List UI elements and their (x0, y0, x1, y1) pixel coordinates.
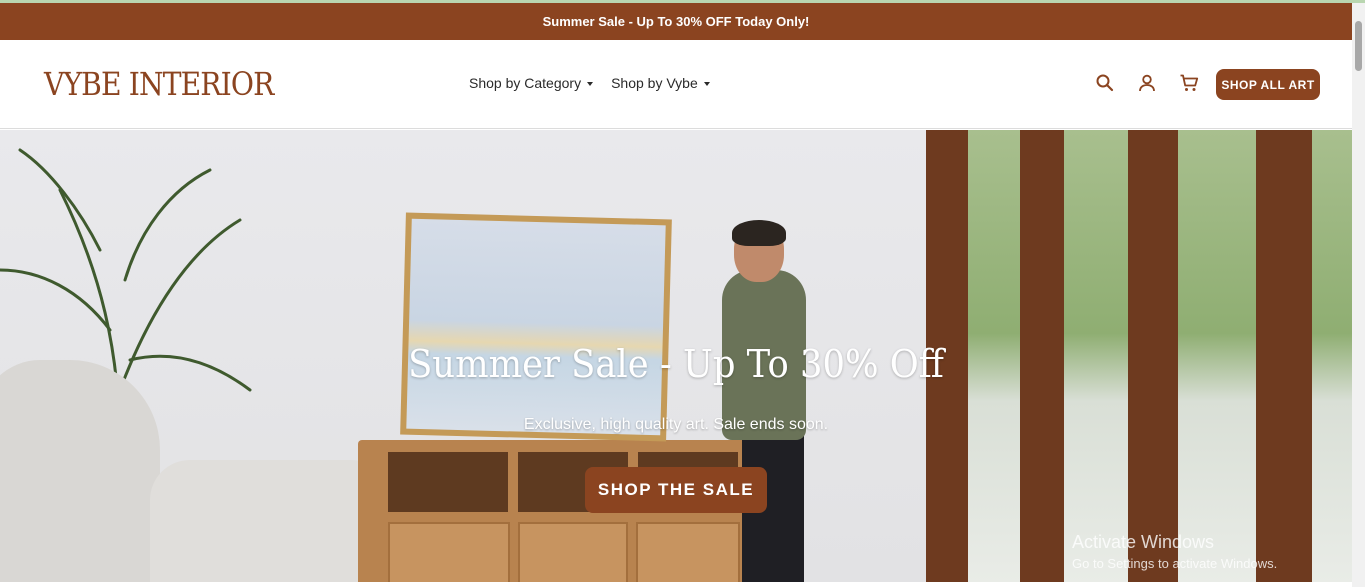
artwork-canvas (406, 218, 666, 436)
framed-artwork (400, 212, 672, 442)
nav-shop-by-vybe[interactable]: Shop by Vybe (611, 75, 710, 91)
person-hair (732, 220, 786, 246)
cabinet-drawer (636, 522, 740, 582)
watermark-line1: Activate Windows (1072, 532, 1215, 552)
logo[interactable]: VYBE INTERIOR (44, 65, 274, 103)
cabinet-drawer (518, 522, 628, 582)
site-header: VYBE INTERIOR Shop by Category Shop by V… (0, 40, 1352, 129)
hero-banner: Summer Sale - Up To 30% Off Exclusive, h… (0, 130, 1352, 582)
chevron-down-icon (587, 81, 594, 86)
account-icon[interactable] (1136, 72, 1158, 94)
nav-label: Shop by Category (469, 75, 582, 91)
sofa (0, 360, 160, 582)
cabinet-drawer (388, 522, 510, 582)
windows-activation-watermark: Activate Windows Go to Settings to activ… (1072, 532, 1277, 571)
cart-icon[interactable] (1178, 72, 1200, 94)
announcement-text: Summer Sale - Up To 30% OFF Today Only! (542, 14, 810, 29)
hero-title: Summer Sale - Up To 30% Off (408, 342, 944, 386)
header-icons (1094, 72, 1200, 94)
announcement-bar: Summer Sale - Up To 30% OFF Today Only! (0, 3, 1352, 40)
main-nav: Shop by Category Shop by Vybe (469, 75, 710, 91)
shop-all-art-button[interactable]: SHOP ALL ART (1216, 69, 1320, 100)
search-icon[interactable] (1094, 72, 1116, 94)
page-scrollbar[interactable] (1352, 3, 1365, 587)
chevron-down-icon (703, 81, 710, 86)
shop-the-sale-button[interactable]: SHOP THE SALE (585, 467, 767, 513)
scrollbar-thumb[interactable] (1355, 21, 1362, 71)
hero-subtitle: Exclusive, high quality art. Sale ends s… (523, 416, 829, 433)
nav-shop-by-category[interactable]: Shop by Category (469, 75, 594, 91)
watermark-line2: Go to Settings to activate Windows. (1072, 556, 1278, 571)
nav-label: Shop by Vybe (611, 75, 698, 91)
cabinet-shelf (388, 452, 508, 512)
